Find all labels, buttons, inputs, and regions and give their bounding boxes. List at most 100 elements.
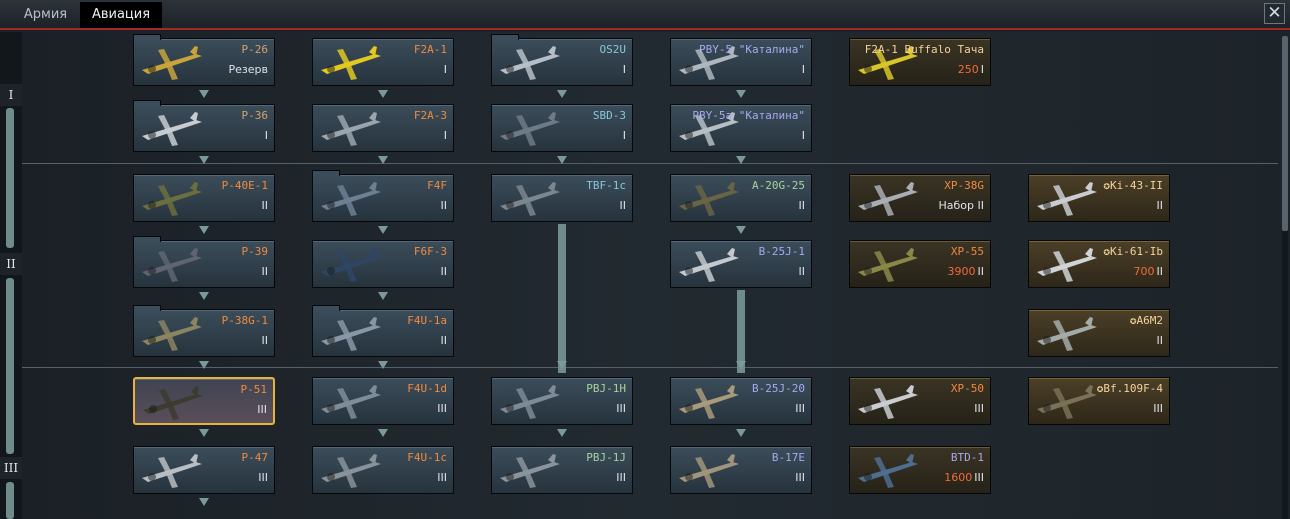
vehicle-status: III: [795, 471, 805, 484]
rank-separator: [22, 163, 1278, 164]
vehicle-status: III: [795, 402, 805, 415]
vehicle-name: XP-38G: [944, 179, 984, 192]
rank-label-1: I: [0, 84, 22, 106]
vehicle-rank-status: II: [977, 265, 985, 278]
vehicle-card-f2a3[interactable]: F2A-3 I: [312, 104, 454, 152]
vehicle-name: F4U-1c: [407, 451, 447, 464]
vehicle-card-sbd3[interactable]: SBD-3 I: [491, 104, 633, 152]
vehicle-card-btd1[interactable]: BTD-1 1600 III: [849, 446, 991, 494]
vehicle-rank-status: Набор II: [938, 199, 985, 212]
vehicle-name: PBY-5 "Каталина": [699, 43, 805, 56]
vehicle-card-xp50[interactable]: XP-50 III: [849, 377, 991, 425]
scrollbar-thumb[interactable]: [1282, 36, 1288, 231]
vehicle-rank-status: II: [440, 199, 448, 212]
tree-link-arrow-icon: [199, 498, 209, 506]
vehicle-name: ✪Bf.109F-4: [1096, 382, 1163, 395]
vehicle-status: II: [262, 199, 269, 212]
vehicle-name: A-20G-25: [752, 179, 805, 192]
vehicle-rank-status: II: [798, 265, 806, 278]
tab-aviation[interactable]: Авиация: [80, 2, 162, 28]
vehicle-price: 1600: [944, 471, 973, 484]
vehicle-status: Резерв: [229, 63, 268, 76]
vehicle-rank-status: III: [974, 471, 984, 484]
tab-army[interactable]: Армия: [10, 2, 82, 28]
vehicle-status: II: [262, 334, 269, 347]
vehicle-status: III: [437, 471, 447, 484]
tree-link-arrow-icon: [736, 90, 746, 98]
vehicle-status: III: [258, 471, 268, 484]
vehicle-name: B-25J-1: [758, 245, 805, 258]
vehicle-price: 3900: [947, 265, 976, 278]
vehicle-card-p38g1[interactable]: P-38G-1 II: [133, 305, 275, 357]
vehicle-card-os2u[interactable]: OS2U I: [491, 34, 633, 86]
tree-link-arrow-icon: [557, 90, 567, 98]
vehicle-card-f4u1d[interactable]: F4U-1d III: [312, 377, 454, 425]
vehicle-name: F4U-1d: [407, 382, 447, 395]
vehicle-status: III: [616, 471, 626, 484]
vehicle-rank-status: I: [801, 129, 805, 142]
vehicle-card-p51[interactable]: P-51 III: [133, 377, 275, 425]
vehicle-status: I: [444, 63, 447, 76]
vehicle-card-f4f[interactable]: F4F II: [312, 170, 454, 222]
vehicle-name: BTD-1: [950, 451, 984, 464]
vehicle-name: XP-55: [950, 245, 984, 258]
vehicle-name: P-47: [241, 451, 269, 464]
vehicle-card-f2a1[interactable]: F2A-1 I: [312, 38, 454, 86]
vehicle-card-a20g25[interactable]: A-20G-25 II: [670, 174, 812, 222]
vehicle-card-p36[interactable]: P-36 I: [133, 100, 275, 152]
vehicle-card-a6m2[interactable]: ✪A6M2 II: [1028, 309, 1170, 357]
vehicle-name: B-17E: [771, 451, 805, 464]
tree-link-arrow-icon: [199, 156, 209, 164]
vehicle-name: ✪Ki-61-Ib: [1103, 245, 1163, 258]
vehicle-rank-status: I: [443, 129, 447, 142]
vehicle-card-p39[interactable]: P-39 II: [133, 236, 275, 288]
vehicle-rank-status: III: [437, 471, 447, 484]
vehicle-card-bf109[interactable]: ✪Bf.109F-4 III: [1028, 377, 1170, 425]
vehicle-rank-status: III: [616, 402, 626, 415]
vehicle-card-p47[interactable]: P-47 III: [133, 446, 275, 494]
vehicle-rank-status: III: [257, 403, 267, 416]
tree-link-arrow-icon: [199, 90, 209, 98]
rank-rail: I II III: [0, 32, 22, 519]
close-button[interactable]: ✕: [1264, 3, 1285, 24]
vehicle-card-xp55[interactable]: XP-55 3900 II: [849, 240, 991, 288]
vehicle-name: P-38G-1: [221, 314, 268, 327]
tree-link-stem: [558, 224, 566, 373]
vehicle-card-f6f3[interactable]: F6F-3 II: [312, 240, 454, 288]
vehicle-status: I: [623, 63, 626, 76]
vehicle-status: II: [620, 199, 627, 212]
vehicle-price: 250: [957, 63, 979, 76]
vehicle-rank-status: II: [1156, 199, 1164, 212]
vehicle-card-tbf1c[interactable]: TBF-1c II: [491, 174, 633, 222]
vertical-scrollbar[interactable]: [1282, 36, 1288, 519]
vehicle-card-f4u1a[interactable]: F4U-1a II: [312, 305, 454, 357]
vehicle-card-b25j20[interactable]: B-25J-20 III: [670, 377, 812, 425]
vehicle-card-b17e[interactable]: B-17E III: [670, 446, 812, 494]
vehicle-name: P-40E-1: [221, 179, 268, 192]
vehicle-name: OS2U: [599, 43, 627, 56]
vehicle-card-pbj1j[interactable]: PBJ-1J III: [491, 446, 633, 494]
vehicle-card-pby5[interactable]: PBY-5 "Каталина" I: [670, 38, 812, 86]
vehicle-status: I: [623, 129, 626, 142]
vehicle-card-xp38g[interactable]: XP-38G Набор II: [849, 174, 991, 222]
vehicle-card-p26[interactable]: P-26 Резерв: [133, 34, 275, 86]
vehicle-rank-status: I: [622, 129, 626, 142]
tree-link-arrow-icon: [736, 429, 746, 437]
vehicle-card-p40e1[interactable]: P-40E-1 II: [133, 174, 275, 222]
vehicle-rank-status: II: [619, 199, 627, 212]
vehicle-card-pbj1h[interactable]: PBJ-1H III: [491, 377, 633, 425]
tree-link-arrow-icon: [736, 226, 746, 234]
vehicle-card-f2a1buf[interactable]: F2A-1 Buffalo Тача 250 I: [849, 38, 991, 86]
vehicle-status: 700 II: [1134, 265, 1164, 278]
vehicle-status: II: [441, 265, 448, 278]
vehicle-card-f4u1c[interactable]: F4U-1c III: [312, 446, 454, 494]
tree-link-arrow-icon: [199, 292, 209, 300]
vehicle-card-ki61[interactable]: ✪Ki-61-Ib 700 II: [1028, 240, 1170, 288]
vehicle-name: B-25J-20: [752, 382, 805, 395]
rank-label-2: II: [0, 253, 22, 275]
vehicle-rank-status: II: [440, 334, 448, 347]
vehicle-card-b25j1[interactable]: B-25J-1 II: [670, 240, 812, 288]
vehicle-rank-status: III: [1153, 402, 1163, 415]
vehicle-card-pby5a[interactable]: PBY-5a "Каталина" I: [670, 104, 812, 152]
vehicle-card-ki43[interactable]: ✪Ki-43-II II: [1028, 174, 1170, 222]
